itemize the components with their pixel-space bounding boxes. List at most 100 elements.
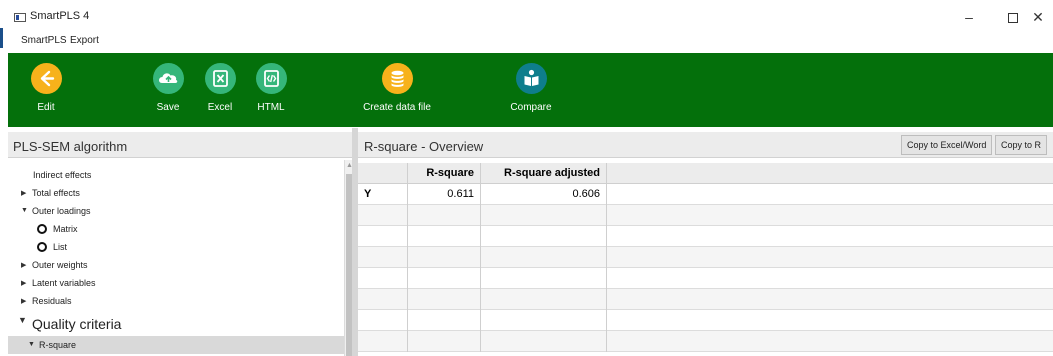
minimize-button[interactable]: –	[949, 4, 989, 30]
app-window: SmartPLS 4 – ✕ SmartPLS Export Edit Save…	[8, 0, 1053, 356]
cell-filler	[607, 184, 1053, 205]
tree-item-label: Indirect effects	[33, 170, 92, 180]
cloud-upload-icon	[152, 63, 184, 94]
maximize-icon	[1008, 13, 1018, 24]
cell-empty	[408, 310, 481, 331]
row-label: Y	[358, 184, 408, 205]
cell-empty	[607, 247, 1053, 268]
tree-item-latent-variables[interactable]: ▶ Latent variables	[8, 274, 344, 292]
caret-right-icon: ▶	[21, 190, 27, 197]
cell-empty	[607, 331, 1053, 352]
cell-empty	[481, 247, 607, 268]
compare-label: Compare	[510, 102, 552, 113]
left-panel-header: PLS-SEM algorithm	[8, 132, 352, 158]
caret-right-icon: ▶	[21, 262, 27, 269]
tree-item-r-square[interactable]: ▼ R-square	[8, 336, 344, 354]
tree-item-outer-weights[interactable]: ▶ Outer weights	[8, 256, 344, 274]
create-data-file-button[interactable]: Create data file	[352, 63, 442, 123]
cell-empty	[408, 289, 481, 310]
cell-empty	[607, 289, 1053, 310]
cell-empty	[358, 226, 408, 247]
tree-item-outer-loadings[interactable]: ▼ Outer loadings	[8, 202, 344, 220]
cell-empty	[408, 268, 481, 289]
tree-item-label: Matrix	[53, 224, 78, 234]
caret-down-icon: ▼	[18, 315, 27, 325]
cell-empty	[607, 310, 1053, 331]
tree-item-quality-criteria[interactable]: ▼ Quality criteria	[8, 312, 344, 336]
result-tree: Indirect effects ▶ Total effects ▼ Outer…	[8, 160, 352, 356]
cell-empty	[358, 247, 408, 268]
column-header-r-square[interactable]: R-square	[408, 163, 481, 184]
table-row-empty	[358, 247, 1053, 268]
cell-empty	[358, 205, 408, 226]
cell-empty	[481, 205, 607, 226]
tree-item-matrix[interactable]: Matrix	[8, 220, 344, 238]
save-button[interactable]: Save	[138, 63, 198, 123]
tree-item-label: Total effects	[32, 188, 80, 198]
save-label: Save	[156, 102, 180, 113]
cell-empty	[408, 247, 481, 268]
cell-empty	[607, 226, 1053, 247]
table-row[interactable]: Y 0.611 0.606	[358, 184, 1053, 205]
copy-to-excel-button[interactable]: Copy to Excel/Word	[901, 135, 993, 155]
menu-export[interactable]: Export	[70, 35, 99, 46]
cell-empty	[481, 331, 607, 352]
arrow-left-icon	[30, 63, 62, 94]
app-logo-icon	[14, 13, 26, 22]
cell-empty	[607, 205, 1053, 226]
table-row-empty	[358, 310, 1053, 331]
window-title: SmartPLS 4	[30, 10, 90, 22]
edit-button[interactable]: Edit	[16, 63, 76, 123]
table-header-row: R-square R-square adjusted	[358, 163, 1053, 184]
html-export-button[interactable]: HTML	[241, 63, 301, 123]
column-header-r-square-adjusted[interactable]: R-square adjusted	[481, 163, 607, 184]
tree-item-label: Residuals	[32, 296, 72, 306]
column-header-filler	[607, 163, 1053, 184]
caret-right-icon: ▶	[21, 280, 27, 287]
copy-to-r-button[interactable]: Copy to R	[995, 135, 1048, 155]
tree-item-total-effects[interactable]: ▶ Total effects	[8, 184, 344, 202]
database-icon	[381, 63, 413, 94]
caret-down-icon: ▼	[28, 341, 35, 348]
left-scrollbar[interactable]: ▲	[344, 160, 353, 356]
cell-r-square-adjusted: 0.606	[481, 184, 607, 205]
tree-item-list[interactable]: List	[8, 238, 344, 256]
tree-item-label: Outer weights	[32, 260, 88, 270]
tree-item-label: Quality criteria	[32, 316, 122, 332]
radio-icon	[37, 224, 47, 234]
results-table: R-square R-square adjusted Y 0.611 0.606	[358, 163, 1053, 356]
tree-item-label: Outer loadings	[32, 206, 91, 216]
menu-smartpls[interactable]: SmartPLS	[21, 35, 67, 46]
tree-item-residuals[interactable]: ▶ Residuals	[8, 292, 344, 310]
radio-icon	[37, 242, 47, 252]
table-row-empty	[358, 331, 1053, 352]
menu-bar: SmartPLS Export	[8, 32, 1053, 50]
create-data-file-label: Create data file	[363, 102, 431, 113]
caret-down-icon: ▼	[21, 207, 28, 214]
edit-label: Edit	[37, 102, 55, 113]
caret-right-icon: ▶	[21, 298, 27, 305]
compare-icon	[515, 63, 547, 94]
tree-item-indirect-effects[interactable]: Indirect effects	[8, 166, 344, 184]
desktop-edge-accent	[0, 28, 3, 48]
cell-empty	[358, 331, 408, 352]
cell-empty	[481, 226, 607, 247]
cell-empty	[358, 310, 408, 331]
cell-empty	[358, 289, 408, 310]
table-row-empty	[358, 205, 1053, 226]
title-bar: SmartPLS 4 – ✕	[8, 0, 1053, 32]
table-row-empty	[358, 226, 1053, 247]
cell-empty	[607, 268, 1053, 289]
compare-button[interactable]: Compare	[501, 63, 561, 123]
cell-r-square: 0.611	[408, 184, 481, 205]
table-row-empty	[358, 289, 1053, 310]
right-panel-title: R-square - Overview	[364, 139, 484, 154]
cell-empty	[408, 205, 481, 226]
right-panel-header: R-square - Overview Copy to Excel/Word C…	[358, 132, 1053, 158]
html-file-icon	[255, 63, 287, 94]
toolbar: Edit Save Excel HTML Create data file Co…	[8, 53, 1053, 127]
cell-empty	[481, 289, 607, 310]
close-button[interactable]: ✕	[1018, 4, 1053, 30]
tree-item-label: Latent variables	[32, 278, 96, 288]
tree-item-label: List	[53, 242, 68, 252]
